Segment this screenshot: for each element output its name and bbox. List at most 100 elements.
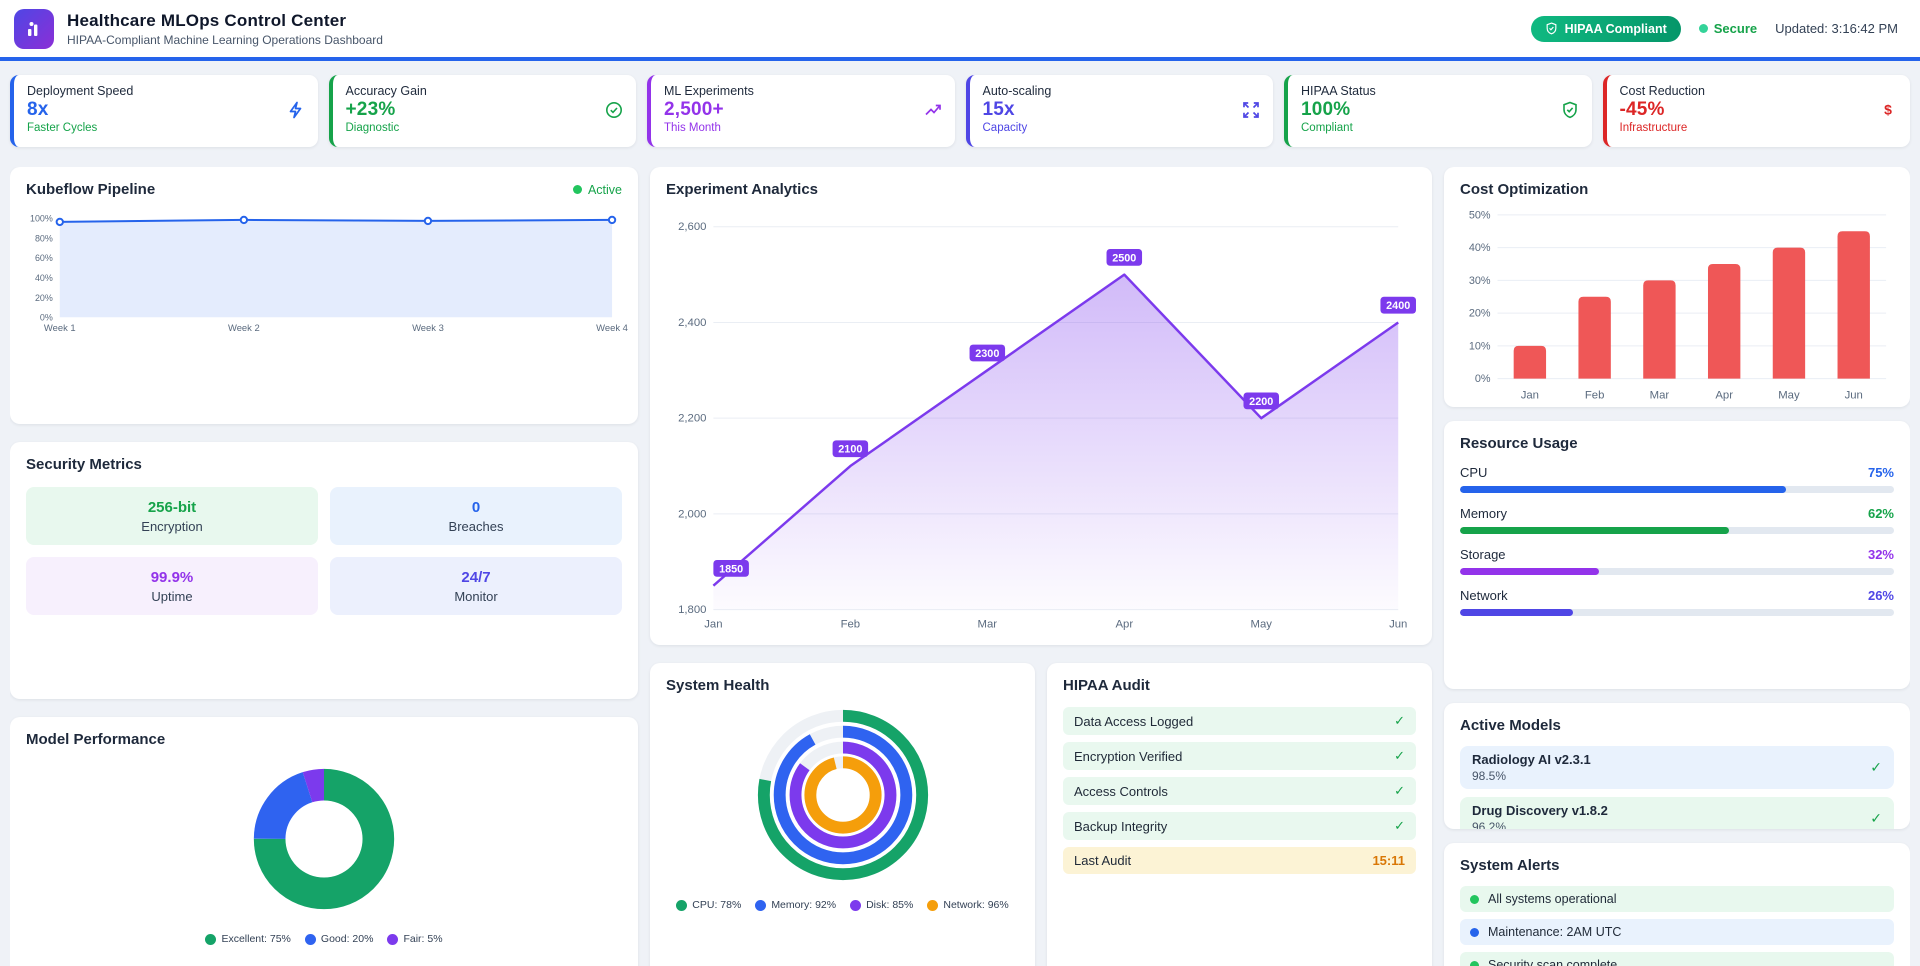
kpi-label: Accuracy Gain — [346, 84, 624, 98]
resource-percent: 26% — [1868, 588, 1894, 603]
svg-text:Apr: Apr — [1715, 389, 1733, 401]
alert-text: Security scan complete — [1488, 958, 1617, 966]
resource-label: Memory — [1460, 506, 1507, 521]
security-metrics-panel: Security Metrics 256-bit Encryption 0 Br… — [10, 442, 638, 699]
progress-track — [1460, 568, 1894, 575]
svg-text:Jun: Jun — [1845, 389, 1863, 401]
audit-time: 15:11 — [1372, 853, 1405, 868]
svg-text:Mar: Mar — [978, 618, 998, 630]
kpi-card-accuracy-gain: Accuracy Gain +23% Diagnostic — [329, 75, 637, 147]
audit-row: Encryption Verified ✓ — [1063, 742, 1416, 770]
hipaa-audit-panel: HIPAA Audit Data Access Logged ✓ Encrypt… — [1047, 663, 1432, 966]
right-column: Cost Optimization 0%10%20%30%40%50%JanFe… — [1444, 167, 1910, 966]
svg-text:20%: 20% — [1469, 308, 1491, 320]
resource-percent: 32% — [1868, 547, 1894, 562]
middle-column: Experiment Analytics 1,8002,0002,2002,40… — [650, 167, 1432, 966]
panel-title: Model Performance — [26, 731, 165, 748]
audit-label: Backup Integrity — [1074, 819, 1167, 834]
svg-text:Jan: Jan — [704, 618, 722, 630]
svg-text:2400: 2400 — [1386, 300, 1410, 312]
svg-text:10%: 10% — [1469, 340, 1491, 352]
audit-label: Data Access Logged — [1074, 714, 1193, 729]
shield-icon — [1545, 22, 1558, 35]
app-header: Healthcare MLOps Control Center HIPAA-Co… — [0, 0, 1920, 57]
metric-label: Breaches — [330, 519, 622, 534]
kpi-label: HIPAA Status — [1301, 84, 1579, 98]
svg-text:40%: 40% — [1469, 242, 1491, 254]
resource-percent: 62% — [1868, 506, 1894, 521]
active-models-panel: Active Models Radiology AI v2.3.1 98.5% … — [1444, 703, 1910, 829]
svg-text:Week 2: Week 2 — [228, 322, 260, 333]
svg-text:1,800: 1,800 — [678, 604, 706, 616]
model-performance-panel: Model Performance Excellent: 75%Good: 20… — [10, 717, 638, 966]
panel-title: Resource Usage — [1460, 435, 1578, 452]
svg-text:2,400: 2,400 — [678, 317, 706, 329]
accent-bar — [0, 57, 1920, 61]
app-logo — [14, 9, 54, 49]
model-name: Drug Discovery v1.8.2 — [1472, 803, 1608, 818]
progress-fill — [1460, 609, 1573, 616]
bolt-icon — [287, 101, 305, 119]
svg-text:80%: 80% — [35, 233, 53, 243]
hipaa-badge-label: HIPAA Compliant — [1565, 22, 1667, 36]
kpi-card-ml-experiments: ML Experiments 2,500+ This Month — [647, 75, 955, 147]
cost-optimization-panel: Cost Optimization 0%10%20%30%40%50%JanFe… — [1444, 167, 1910, 407]
alert-row: Security scan complete — [1460, 952, 1894, 966]
model-name: Radiology AI v2.3.1 — [1472, 752, 1591, 767]
kpi-value: 8x — [27, 99, 49, 121]
svg-text:0%: 0% — [1475, 373, 1491, 385]
svg-text:Week 4: Week 4 — [596, 322, 628, 333]
svg-text:Feb: Feb — [841, 618, 861, 630]
resource-label: Storage — [1460, 547, 1506, 562]
svg-text:2,000: 2,000 — [678, 508, 706, 520]
model-accuracy: 96.2% — [1472, 820, 1608, 829]
metric-value: 256-bit — [26, 499, 318, 516]
system-health-panel: System Health CPU: 78%Memory: 92%Disk: 8… — [650, 663, 1035, 966]
progress-track — [1460, 527, 1894, 534]
legend-dot-icon — [927, 900, 938, 911]
panel-title: Cost Optimization — [1460, 181, 1588, 198]
progress-track — [1460, 609, 1894, 616]
model-row-drug-discovery: Drug Discovery v1.8.2 96.2% ✓ — [1460, 797, 1894, 829]
legend-item: CPU: 78% — [676, 899, 741, 911]
model-accuracy: 98.5% — [1472, 769, 1591, 783]
kpi-card-hipaa-status: HIPAA Status 100% Compliant — [1284, 75, 1592, 147]
progress-fill — [1460, 568, 1599, 575]
resource-row-network: Network 26% — [1460, 588, 1894, 616]
svg-text:20%: 20% — [35, 293, 53, 303]
legend-dot-icon — [755, 900, 766, 911]
resource-percent: 75% — [1868, 465, 1894, 480]
metric-label: Uptime — [26, 589, 318, 604]
kpi-sublabel: Capacity — [983, 122, 1261, 134]
panel-title: Security Metrics — [26, 456, 142, 473]
kubeflow-pipeline-panel: Kubeflow Pipeline Active 0%20%40%60%80%1… — [10, 167, 638, 424]
svg-text:Jan: Jan — [1521, 389, 1539, 401]
expand-icon — [1242, 101, 1260, 119]
legend-dot-icon — [676, 900, 687, 911]
model-performance-donut-chart — [240, 755, 408, 923]
svg-text:60%: 60% — [35, 253, 53, 263]
metric-tile-monitor: 24/7 Monitor — [330, 557, 622, 615]
resource-label: Network — [1460, 588, 1508, 603]
alert-text: All systems operational — [1488, 892, 1617, 906]
svg-text:50%: 50% — [1469, 209, 1491, 221]
svg-text:30%: 30% — [1469, 275, 1491, 287]
audit-label: Last Audit — [1074, 853, 1131, 868]
legend-dot-icon — [205, 934, 216, 945]
svg-text:1850: 1850 — [719, 563, 743, 575]
svg-text:2100: 2100 — [838, 444, 862, 456]
kpi-label: ML Experiments — [664, 84, 942, 98]
audit-row: Access Controls ✓ — [1063, 777, 1416, 805]
svg-text:$: $ — [1884, 102, 1892, 118]
kpi-value: +23% — [346, 99, 396, 121]
metric-value: 24/7 — [330, 569, 622, 586]
legend-item: Disk: 85% — [850, 899, 913, 911]
panel-title: System Health — [666, 677, 769, 694]
status-dot-icon — [1470, 961, 1479, 966]
svg-text:Apr: Apr — [1115, 618, 1133, 630]
kpi-card-auto-scaling: Auto-scaling 15x Capacity — [966, 75, 1274, 147]
legend-item: Network: 96% — [927, 899, 1008, 911]
kpi-sublabel: Faster Cycles — [27, 122, 305, 134]
audit-label: Encryption Verified — [1074, 749, 1182, 764]
metric-label: Encryption — [26, 519, 318, 534]
